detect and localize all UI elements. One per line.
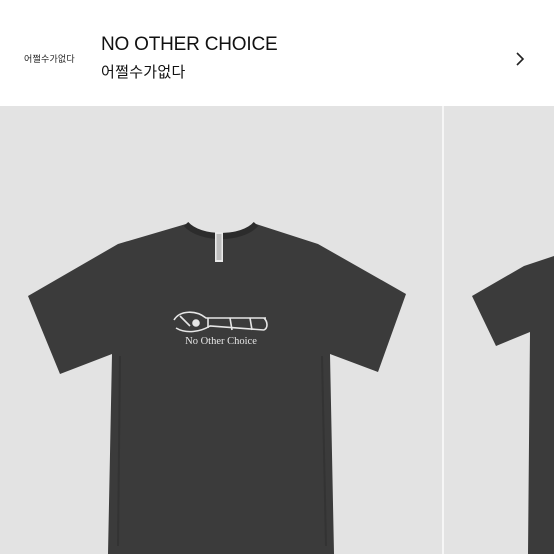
product-image-next[interactable] xyxy=(444,106,554,554)
product-image-gallery[interactable]: No Other Choice xyxy=(0,106,554,554)
product-title-english: NO OTHER CHOICE xyxy=(101,34,278,55)
product-header-link[interactable]: 어쩔수가없다 NO OTHER CHOICE 어쩔수가없다 xyxy=(0,0,554,106)
chevron-right-icon[interactable] xyxy=(512,50,528,68)
product-image-tshirt[interactable]: No Other Choice xyxy=(0,106,442,554)
product-title-korean: 어쩔수가없다 xyxy=(101,63,186,81)
shirt-print-text: No Other Choice xyxy=(185,336,257,347)
tshirt-illustration: No Other Choice xyxy=(28,221,406,554)
brand-logo: 어쩔수가없다 xyxy=(24,55,75,65)
tshirt-illustration-partial xyxy=(472,256,554,554)
